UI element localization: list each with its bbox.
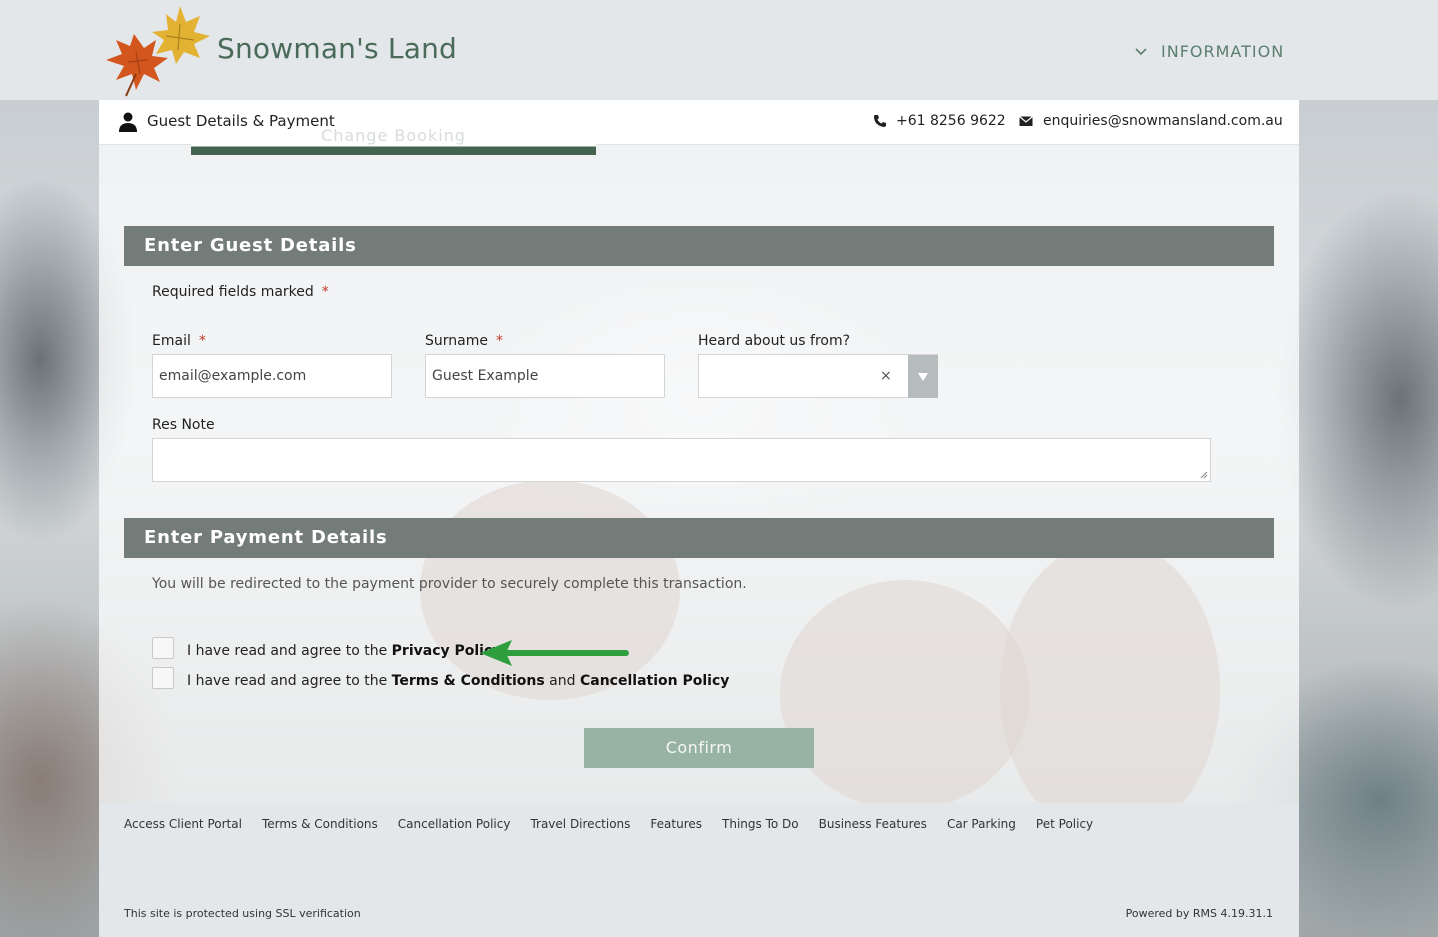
footer-link[interactable]: Pet Policy	[1036, 817, 1093, 831]
email-label-text: Email	[152, 333, 191, 349]
footer-link[interactable]: Features	[650, 817, 702, 831]
annotation-arrow-icon	[480, 640, 629, 666]
phone-icon	[874, 115, 886, 127]
resize-handle-icon[interactable]	[1200, 471, 1208, 479]
terms-label: I have read and agree to the Terms & Con…	[187, 673, 729, 689]
heard-about-select[interactable]	[698, 354, 938, 398]
required-asterisk: *	[321, 284, 329, 300]
email-field[interactable]: email@example.com	[152, 354, 392, 398]
footer-links: Access Client Portal Terms & Conditions …	[124, 817, 1093, 831]
logo-leaves-icon[interactable]	[96, 4, 212, 98]
email-address: enquiries@snowmansland.com.au	[1043, 113, 1283, 129]
payment-details-heading: Enter Payment Details	[124, 518, 1274, 558]
envelope-icon	[1019, 116, 1033, 126]
res-note-label: Res Note	[152, 417, 215, 433]
terms-conditions-link[interactable]: Terms & Conditions	[392, 673, 545, 689]
phone-contact[interactable]: +61 8256 9622	[873, 113, 1006, 129]
ssl-note: This site is protected using SSL verific…	[124, 907, 361, 920]
information-menu[interactable]: INFORMATION	[1135, 42, 1284, 61]
surname-field[interactable]: Guest Example	[425, 354, 665, 398]
site-name[interactable]: Snowman's Land	[217, 32, 457, 65]
phone-number: +61 8256 9622	[896, 113, 1006, 129]
footer-link[interactable]: Business Features	[819, 817, 927, 831]
footer-link[interactable]: Car Parking	[947, 817, 1016, 831]
required-asterisk: *	[198, 333, 206, 349]
information-menu-label: INFORMATION	[1161, 42, 1285, 61]
guest-details-heading: Enter Guest Details	[124, 226, 1274, 266]
required-fields-note: Required fields marked *	[152, 284, 329, 300]
site-footer: Access Client Portal Terms & Conditions …	[99, 803, 1299, 937]
email-contact[interactable]: enquiries@snowmansland.com.au	[1019, 113, 1283, 129]
res-note-textarea[interactable]	[152, 438, 1211, 482]
privacy-policy-label: I have read and agree to the Privacy Pol…	[187, 643, 501, 659]
terms-checkbox[interactable]	[152, 667, 174, 689]
powered-by: Powered by RMS 4.19.31.1	[1125, 907, 1273, 920]
redirect-notice: You will be redirected to the payment pr…	[152, 576, 747, 592]
clear-selection-icon[interactable]: ×	[880, 368, 892, 384]
user-icon	[119, 112, 137, 132]
privacy-prefix: I have read and agree to the	[187, 643, 392, 659]
surname-label-text: Surname	[425, 333, 488, 349]
heard-about-label: Heard about us from?	[698, 333, 851, 349]
footer-link[interactable]: Access Client Portal	[124, 817, 242, 831]
privacy-policy-checkbox[interactable]	[152, 637, 174, 659]
confirm-button[interactable]: Confirm	[584, 728, 814, 768]
required-fields-text: Required fields marked	[152, 284, 314, 300]
select-dropdown-button[interactable]	[908, 355, 938, 398]
cancellation-policy-link[interactable]: Cancellation Policy	[580, 673, 729, 689]
footer-link[interactable]: Travel Directions	[530, 817, 630, 831]
page-title: Guest Details & Payment	[147, 112, 335, 130]
footer-link[interactable]: Things To Do	[722, 817, 799, 831]
site-header: Snowman's Land INFORMATION	[0, 0, 1438, 100]
email-label: Email *	[152, 333, 206, 349]
chevron-down-icon	[1135, 47, 1147, 55]
caret-down-icon	[918, 372, 928, 381]
footer-link[interactable]: Terms & Conditions	[262, 817, 378, 831]
terms-prefix: I have read and agree to the	[187, 673, 392, 689]
footer-link[interactable]: Cancellation Policy	[398, 817, 511, 831]
terms-and: and	[544, 673, 580, 689]
surname-label: Surname *	[425, 333, 503, 349]
required-asterisk: *	[495, 333, 503, 349]
booking-topbar: Change Booking Guest Details & Payment +…	[99, 100, 1299, 155]
